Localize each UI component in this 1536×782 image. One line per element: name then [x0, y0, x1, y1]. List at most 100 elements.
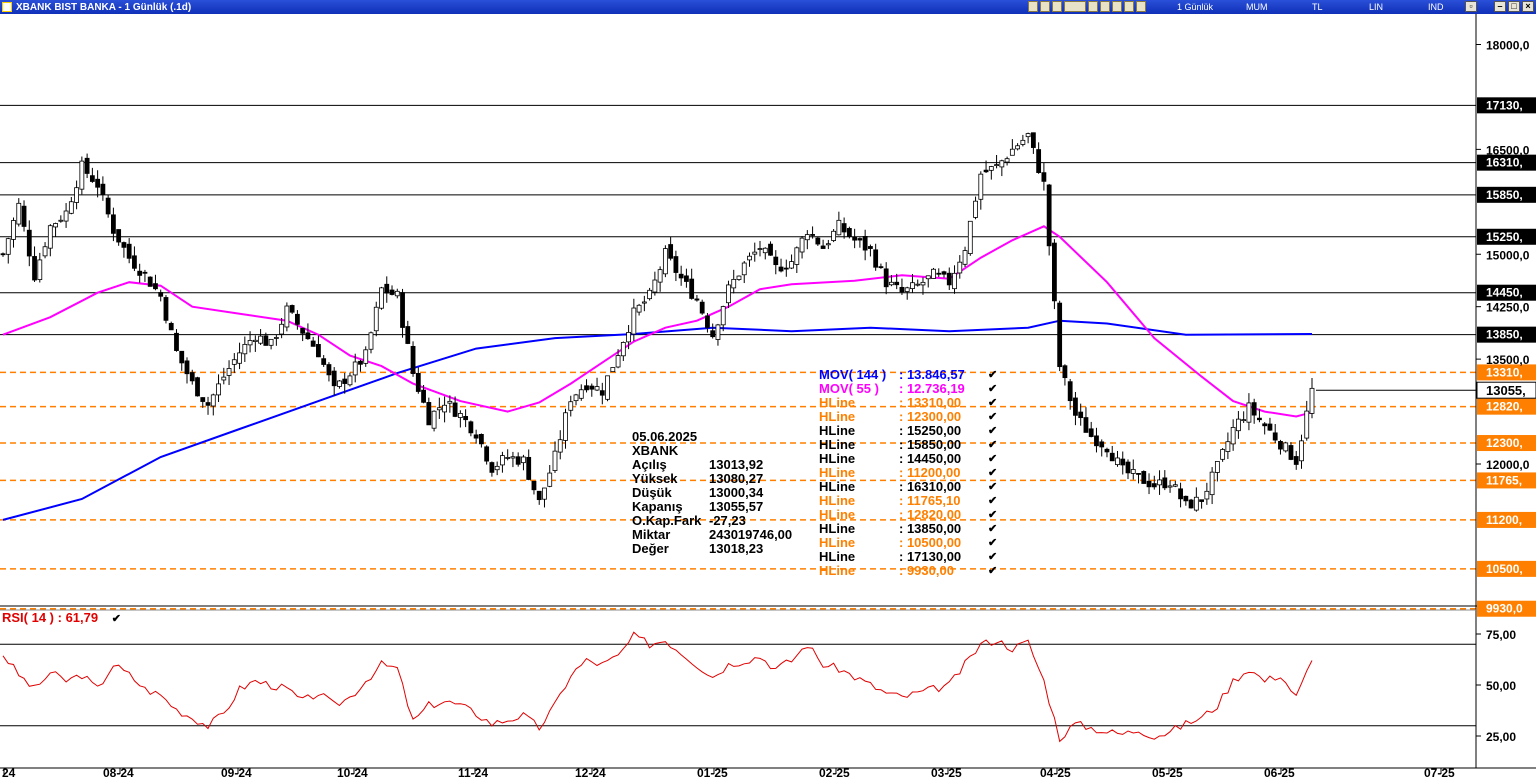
candle-body	[1151, 483, 1157, 488]
candle-body	[1199, 499, 1205, 502]
legend-name: HLine	[819, 493, 856, 508]
candle-body	[11, 220, 16, 240]
hline-price-label: 12820,	[1486, 400, 1523, 414]
legend-name: HLine	[819, 479, 856, 494]
candle-body	[210, 394, 216, 407]
check-icon[interactable]: ✔	[988, 410, 997, 424]
candle-body	[195, 377, 200, 397]
check-icon[interactable]: ✔	[988, 508, 997, 522]
info-value: 13000,34	[709, 485, 764, 500]
candle-body	[589, 385, 595, 390]
check-icon[interactable]: ✔	[988, 494, 997, 508]
candle-body	[952, 272, 957, 290]
candle-body	[358, 360, 363, 365]
candle-body	[1267, 423, 1273, 431]
rsi-value: : 61,79	[57, 610, 99, 625]
candle-body	[610, 367, 616, 373]
candle-body	[352, 361, 358, 376]
check-icon[interactable]: ✔	[988, 382, 997, 396]
check-icon[interactable]: ✔	[112, 613, 121, 625]
maximize-button[interactable]: □	[1508, 1, 1520, 12]
candle-body	[994, 164, 999, 166]
candle-body	[58, 219, 64, 222]
candle-body	[752, 251, 758, 255]
candle-body	[873, 249, 879, 268]
candle-body	[936, 272, 942, 275]
candle-body	[132, 255, 137, 269]
check-icon[interactable]: ✔	[988, 438, 997, 452]
legend-name: HLine	[819, 507, 856, 522]
check-icon[interactable]: ✔	[988, 536, 997, 550]
legend-name: MOV( 55 )	[819, 381, 879, 396]
candle-body	[1120, 458, 1126, 466]
candle-body	[904, 287, 910, 292]
candle-body	[478, 433, 484, 445]
candle-body	[684, 275, 689, 282]
check-icon[interactable]: ✔	[988, 452, 997, 466]
check-icon[interactable]: ✔	[988, 368, 997, 382]
zoom-icon[interactable]	[1136, 1, 1146, 12]
legend-value: : 11765,10	[899, 493, 961, 508]
candle-body	[1094, 435, 1099, 447]
close-button[interactable]: ×	[1522, 1, 1534, 12]
candle-body	[521, 456, 526, 464]
chart-type-option[interactable]: MUM	[1246, 0, 1268, 14]
legend-name: HLine	[819, 535, 856, 550]
tool-icon[interactable]	[1040, 1, 1050, 12]
candle-body	[321, 358, 327, 365]
y-tick-label: 14250,0	[1486, 301, 1530, 315]
chart-area[interactable]: 17130, 16310, 15850, 15250, 14450, 13850, 1331…	[0, 14, 1536, 782]
candle-body	[941, 271, 947, 275]
scale-option[interactable]: LIN	[1369, 0, 1383, 14]
check-icon[interactable]: ✔	[988, 466, 997, 480]
candle-body	[1283, 442, 1289, 452]
check-icon[interactable]: ✔	[988, 396, 997, 410]
indicator-option[interactable]: IND	[1428, 0, 1444, 14]
candle-body	[452, 402, 458, 417]
candle-body	[789, 261, 794, 269]
candle-body	[436, 407, 442, 411]
draw-icon[interactable]	[1100, 1, 1110, 12]
legend-name: HLine	[819, 423, 856, 438]
formula-icon[interactable]	[1064, 1, 1086, 12]
candle-body	[368, 332, 374, 350]
rsi-name: RSI( 14 )	[2, 610, 55, 625]
candle-body	[110, 214, 116, 234]
hline-price-label: 15250,	[1486, 230, 1523, 244]
candle-body	[337, 380, 342, 387]
check-icon[interactable]: ✔	[988, 522, 997, 536]
settings-icon[interactable]	[1124, 1, 1134, 12]
candle-body	[0, 253, 6, 256]
candle-body	[841, 223, 847, 233]
x-tick-label: 24	[2, 766, 16, 780]
grid-icon[interactable]	[1088, 1, 1098, 12]
candle-body	[1236, 418, 1241, 432]
check-icon[interactable]: ✔	[988, 550, 997, 564]
chart-icon[interactable]	[1052, 1, 1062, 12]
pin-icon[interactable]	[1028, 1, 1038, 12]
candle-body	[331, 370, 337, 387]
legend-row: HLine : 11765,10 ✔	[819, 493, 997, 508]
check-icon[interactable]: ✔	[988, 564, 997, 578]
check-icon[interactable]: ✔	[988, 424, 997, 438]
refresh-icon[interactable]	[1112, 1, 1122, 12]
currency-option[interactable]: TL	[1312, 0, 1323, 14]
hline-price-label: 12300,	[1486, 436, 1523, 450]
candle-body	[631, 307, 637, 335]
candle-body	[831, 230, 837, 241]
minimize-button[interactable]: –	[1494, 1, 1506, 12]
hline-price-label: 17130,	[1486, 98, 1523, 112]
hline-price-label: 9930,0	[1486, 602, 1523, 616]
restore-button[interactable]: ▫	[1465, 1, 1477, 12]
candle-body	[720, 306, 726, 326]
candle-body	[26, 229, 32, 257]
check-icon[interactable]: ✔	[988, 480, 997, 494]
rsi-line	[2, 631, 1313, 743]
hline-price-label: 13850,	[1486, 328, 1523, 342]
info-symbol: XBANK	[632, 443, 679, 458]
period-option[interactable]: 1 Günlük	[1177, 0, 1213, 14]
candle-body	[363, 349, 369, 364]
candle-body	[42, 246, 48, 257]
x-tick-label: 12-24	[575, 766, 606, 780]
candle-body	[174, 332, 179, 351]
